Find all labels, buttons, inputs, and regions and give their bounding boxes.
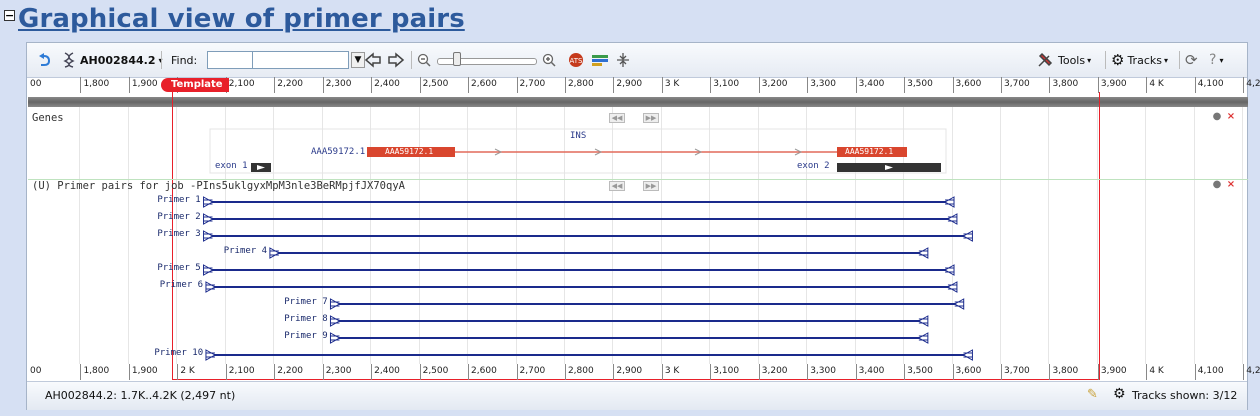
range-status: AH002844.2: 1.7K..4.2K (2,497 nt) xyxy=(45,389,236,402)
ruler-tick: 1,900 xyxy=(128,364,158,380)
gear-icon[interactable]: ⚙ xyxy=(1113,386,1126,402)
forward-primer-marker[interactable] xyxy=(203,264,214,276)
collapse-toggle[interactable]: − xyxy=(4,9,15,21)
ruler-tick: 3,900 xyxy=(1097,364,1127,380)
reverse-primer-marker[interactable] xyxy=(946,281,958,293)
ruler-tick: 3,400 xyxy=(855,364,884,380)
primer-pairs-graphic xyxy=(203,196,973,361)
ruler-tick: 2,800 xyxy=(564,364,594,380)
ruler-tick: 2,700 xyxy=(516,364,545,380)
reverse-primer-marker[interactable] xyxy=(946,213,958,225)
ruler-tick: 4,2 xyxy=(1243,364,1260,380)
forward-primer-marker[interactable] xyxy=(203,196,214,208)
page-title[interactable]: Graphical view of primer pairs xyxy=(18,4,465,34)
ruler-tick: 2,500 xyxy=(419,364,448,380)
graphical-viewer: AH002844.2 ▾ Find: ▼ ATS xyxy=(26,42,1260,410)
ruler-tick: 2 K xyxy=(177,364,195,380)
forward-primer-marker[interactable] xyxy=(329,315,341,327)
forward-primer-marker[interactable] xyxy=(205,281,216,293)
ruler-tick: 3,300 xyxy=(807,364,836,380)
ruler-tick: 3,500 xyxy=(904,364,933,380)
ruler-tick: 3,600 xyxy=(952,364,981,380)
ruler-tick: 3 K xyxy=(661,364,679,380)
reverse-primer-marker[interactable] xyxy=(962,349,973,361)
edit-icon[interactable]: ✎ xyxy=(1087,387,1098,402)
forward-primer-marker[interactable] xyxy=(269,247,280,259)
reverse-primer-marker[interactable] xyxy=(917,315,929,327)
reverse-primer-marker[interactable] xyxy=(917,332,929,344)
ruler-tick: 2,200 xyxy=(274,364,303,380)
reverse-primer-marker[interactable] xyxy=(962,230,973,242)
forward-primer-marker[interactable] xyxy=(205,349,216,361)
forward-primer-marker[interactable] xyxy=(329,332,341,344)
reverse-primer-marker[interactable] xyxy=(917,247,929,259)
reverse-primer-marker[interactable] xyxy=(943,196,955,208)
ruler-tick: 3,700 xyxy=(1001,364,1030,380)
ruler-tick: 2,100 xyxy=(225,364,255,380)
tracks-shown-status: Tracks shown: 3/12 xyxy=(1132,389,1238,402)
ruler-tick: 2,300 xyxy=(322,364,351,380)
ruler-tick: 2,900 xyxy=(613,364,642,380)
page-heading: − Graphical view of primer pairs xyxy=(4,2,465,36)
ruler-tick: 3,100 xyxy=(710,364,739,380)
forward-primer-marker[interactable] xyxy=(329,298,341,310)
forward-primer-marker[interactable] xyxy=(203,213,214,225)
reverse-primer-marker[interactable] xyxy=(943,264,955,276)
ruler-tick: 3,800 xyxy=(1049,364,1078,380)
ruler-tick: 4,100 xyxy=(1194,364,1224,380)
ruler-tick: 1,800 xyxy=(80,364,109,380)
reverse-primer-marker[interactable] xyxy=(953,298,965,310)
ruler-tick: 3,200 xyxy=(758,364,788,380)
ruler-tick: 2,400 xyxy=(371,364,400,380)
ruler-tick: 2,600 xyxy=(468,364,497,380)
forward-primer-marker[interactable] xyxy=(203,230,214,242)
ruler-tick: 00 xyxy=(30,366,42,376)
status-bar: AH002844.2: 1.7K..4.2K (2,497 nt) ✎ ⚙ Tr… xyxy=(27,381,1247,410)
ruler-tick: 4 K xyxy=(1146,364,1164,380)
bottom-ruler: 00 1,800 1,900 2 K 2,100 2,200 2,300 2,400 2,500… xyxy=(28,364,1260,380)
